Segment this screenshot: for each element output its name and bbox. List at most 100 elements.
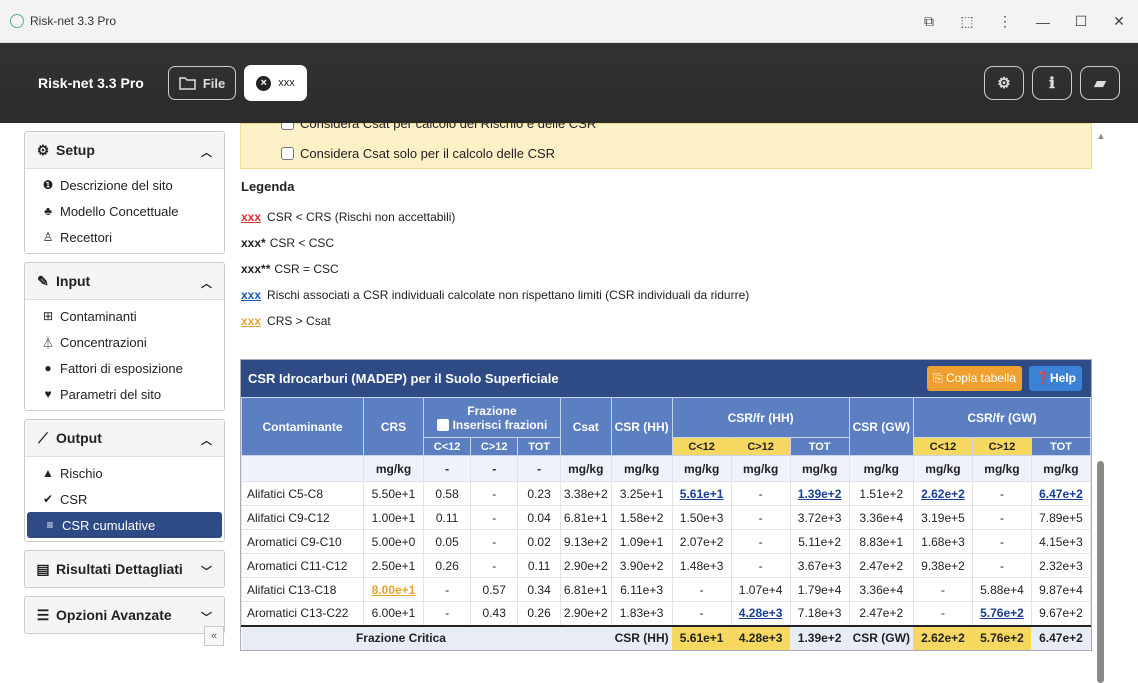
footer-gw-val: 2.62e+2	[913, 624, 973, 650]
inserisci-frazioni-checkbox[interactable]: Inserisci frazioni	[427, 418, 557, 432]
chevron-down-icon: ﹀	[201, 612, 212, 624]
help-button[interactable]: ❓Help	[1029, 366, 1082, 391]
sidebar-item-label: Parametri del sito	[60, 386, 162, 402]
footer-empty	[560, 624, 612, 650]
csat-only-checkbox[interactable]: Considera Csat solo per il calcolo delle…	[281, 146, 555, 161]
chevron-down-icon: ﹀	[201, 566, 212, 578]
table-row: Aromatici C11-C12 2.50e+1 0.26-0.11 2.90e+2…	[241, 553, 1092, 578]
csr-table: Contaminante CRS Frazione Inserisci frazi…	[241, 397, 1092, 650]
info-button[interactable]: ℹ	[1032, 66, 1072, 100]
value-cell: 1.39e+2	[789, 481, 850, 506]
sidebar-item-csr-cumulative[interactable]: ≡ CSR cumulative	[27, 512, 222, 538]
units-cell: mg/kg	[671, 455, 732, 482]
checkbox-box[interactable]	[281, 123, 294, 130]
units-cell: -	[470, 455, 519, 482]
units-cell: mg/kg	[971, 455, 1032, 482]
header-frac-clt12: C<12	[422, 437, 472, 456]
table-row: Alifatici C13-C18 8.00e+1-0.57 0.34 6.81e+1…	[241, 577, 1092, 602]
csat-risk-checkbox[interactable]: Considera Csat per calcolo del Rischio e…	[281, 123, 596, 131]
chevron-up-icon: ︿	[201, 435, 212, 447]
sidebar-item-rischio[interactable]: ▲ Rischio	[25, 460, 224, 486]
file-button[interactable]: File	[167, 66, 237, 100]
settings-button[interactable]: ⚙	[984, 66, 1024, 100]
sidebar-item-recettori[interactable]: ♙ Recettori	[25, 224, 224, 250]
value-cell: 4.28e+3	[730, 601, 791, 626]
legend-row: xxx CRS > Csat	[241, 308, 749, 334]
header-frac-cgt12: C>12	[470, 437, 519, 456]
value-cell: 8.83e+1	[848, 529, 914, 554]
value-cell: 2.47e+2	[848, 601, 914, 626]
sidebar-item-csr[interactable]: ✔ CSR	[25, 486, 224, 512]
value-cell: -	[912, 601, 973, 626]
close-window-button[interactable]: ✕	[1100, 13, 1138, 30]
scroll-up-arrow[interactable]: ▲	[1094, 131, 1108, 141]
sidebar-item-concentrazioni[interactable]: ⏃ Concentrazioni	[25, 329, 224, 355]
sidebar-item-label: Concentrazioni	[60, 334, 147, 350]
units-cell: -	[517, 455, 561, 482]
input-header[interactable]: ✎ Input ︿	[25, 263, 224, 299]
value-cell: 0.04	[517, 505, 561, 530]
value-cell: -	[470, 553, 519, 578]
manual-button[interactable]: ▰	[1080, 66, 1120, 100]
value-cell: 0.43	[470, 601, 519, 626]
sidebar-item-label: Recettori	[60, 229, 113, 245]
setup-header[interactable]: ⚙ Setup ︿	[25, 132, 224, 168]
table-row: Aromatici C9-C10 5.00e+0 0.05-0.02 9.13e+2 1…	[241, 529, 1092, 554]
flask-icon: ⏃	[41, 335, 54, 350]
collapse-sidebar-button[interactable]: «	[204, 626, 224, 646]
value-cell: 6.11e+3	[610, 577, 673, 602]
value-cell: -	[470, 505, 519, 530]
main-scrollbar[interactable]: ▲	[1094, 131, 1108, 683]
sidebar-item-modello[interactable]: ♣ Modello Concettuale	[25, 198, 224, 224]
maximize-button[interactable]: ☐	[1062, 13, 1100, 30]
checkbox-box[interactable]	[281, 147, 294, 160]
value-cell: 0.58	[422, 481, 472, 506]
header-csrfr-gw: CSR/fr (GW)	[912, 397, 1092, 438]
frazione-title: Frazione	[467, 403, 517, 418]
setup-title: Setup	[56, 142, 95, 158]
value-cell: 3.72e+3	[789, 505, 850, 530]
close-tab-icon[interactable]: ×	[256, 75, 272, 91]
legend-text: Rischi associati a CSR individuali calco…	[267, 288, 750, 302]
question-icon: ❓	[1035, 371, 1050, 385]
value-cell: 9.87e+4	[1030, 577, 1092, 602]
table-body: Alifatici C5-C8 5.50e+1 0.58-0.23 3.38e+2 3.…	[241, 481, 1092, 626]
value-cell: 1.00e+1	[363, 505, 424, 530]
info-icon: ℹ	[1049, 75, 1055, 92]
table-title-bar: CSR Idrocarburi (MADEP) per il Suolo Sup…	[241, 360, 1091, 397]
risultati-header[interactable]: ▤ Risultati Dettagliati ﹀	[25, 551, 224, 587]
units-cell: mg/kg	[789, 455, 850, 482]
project-tab[interactable]: × xxx	[244, 65, 307, 101]
value-cell: 6.00e+1	[363, 601, 424, 626]
value-cell: 7.89e+5	[1030, 505, 1092, 530]
header-gw-tot: TOT	[1030, 437, 1092, 456]
minimize-button[interactable]: —	[1024, 14, 1062, 30]
sidebar-item-fattori[interactable]: ● Fattori di esposizione	[25, 355, 224, 381]
contaminant-name-cell: Alifatici C9-C12	[241, 505, 364, 530]
legend-tag-star: xxx*	[241, 236, 266, 250]
sidebar-item-contaminanti[interactable]: ⊞ Contaminanti	[25, 303, 224, 329]
scroll-thumb[interactable]	[1097, 461, 1104, 683]
value-cell: 3.19e+5	[912, 505, 973, 530]
units-cell: mg/kg	[1030, 455, 1092, 482]
units-cell: -	[422, 455, 472, 482]
units-row: mg/kg - - - mg/kg mg/kg mg/kg mg/kg mg/k…	[241, 455, 1092, 482]
chevron-up-icon: ︿	[201, 147, 212, 159]
header-hh-tot: TOT	[789, 437, 850, 456]
sidebar-item-descrizione[interactable]: ❶ Descrizione del sito	[25, 172, 224, 198]
checkbox-box[interactable]	[436, 418, 449, 431]
units-cell: mg/kg	[610, 455, 673, 482]
value-cell: 0.11	[517, 553, 561, 578]
output-header[interactable]: ⟋ Output ︿	[25, 420, 224, 456]
footer-hh-val: 1.39e+2	[790, 624, 850, 650]
copy-table-button[interactable]: ⎘ Copia tabella	[927, 366, 1022, 391]
more-menu-icon[interactable]: ⋮	[986, 13, 1024, 30]
book-icon: ▰	[1094, 75, 1106, 92]
header-csr-hh: CSR (HH)	[610, 397, 673, 456]
table-icon: ▤	[36, 560, 50, 577]
user-icon: ●	[44, 361, 52, 375]
extension-icon[interactable]: ⬚	[948, 13, 986, 30]
sidebar-item-parametri[interactable]: ♥ Parametri del sito	[25, 381, 224, 407]
opzioni-header[interactable]: ☰ Opzioni Avanzate ﹀	[25, 597, 224, 633]
translate-icon[interactable]: ⧉	[910, 13, 948, 30]
